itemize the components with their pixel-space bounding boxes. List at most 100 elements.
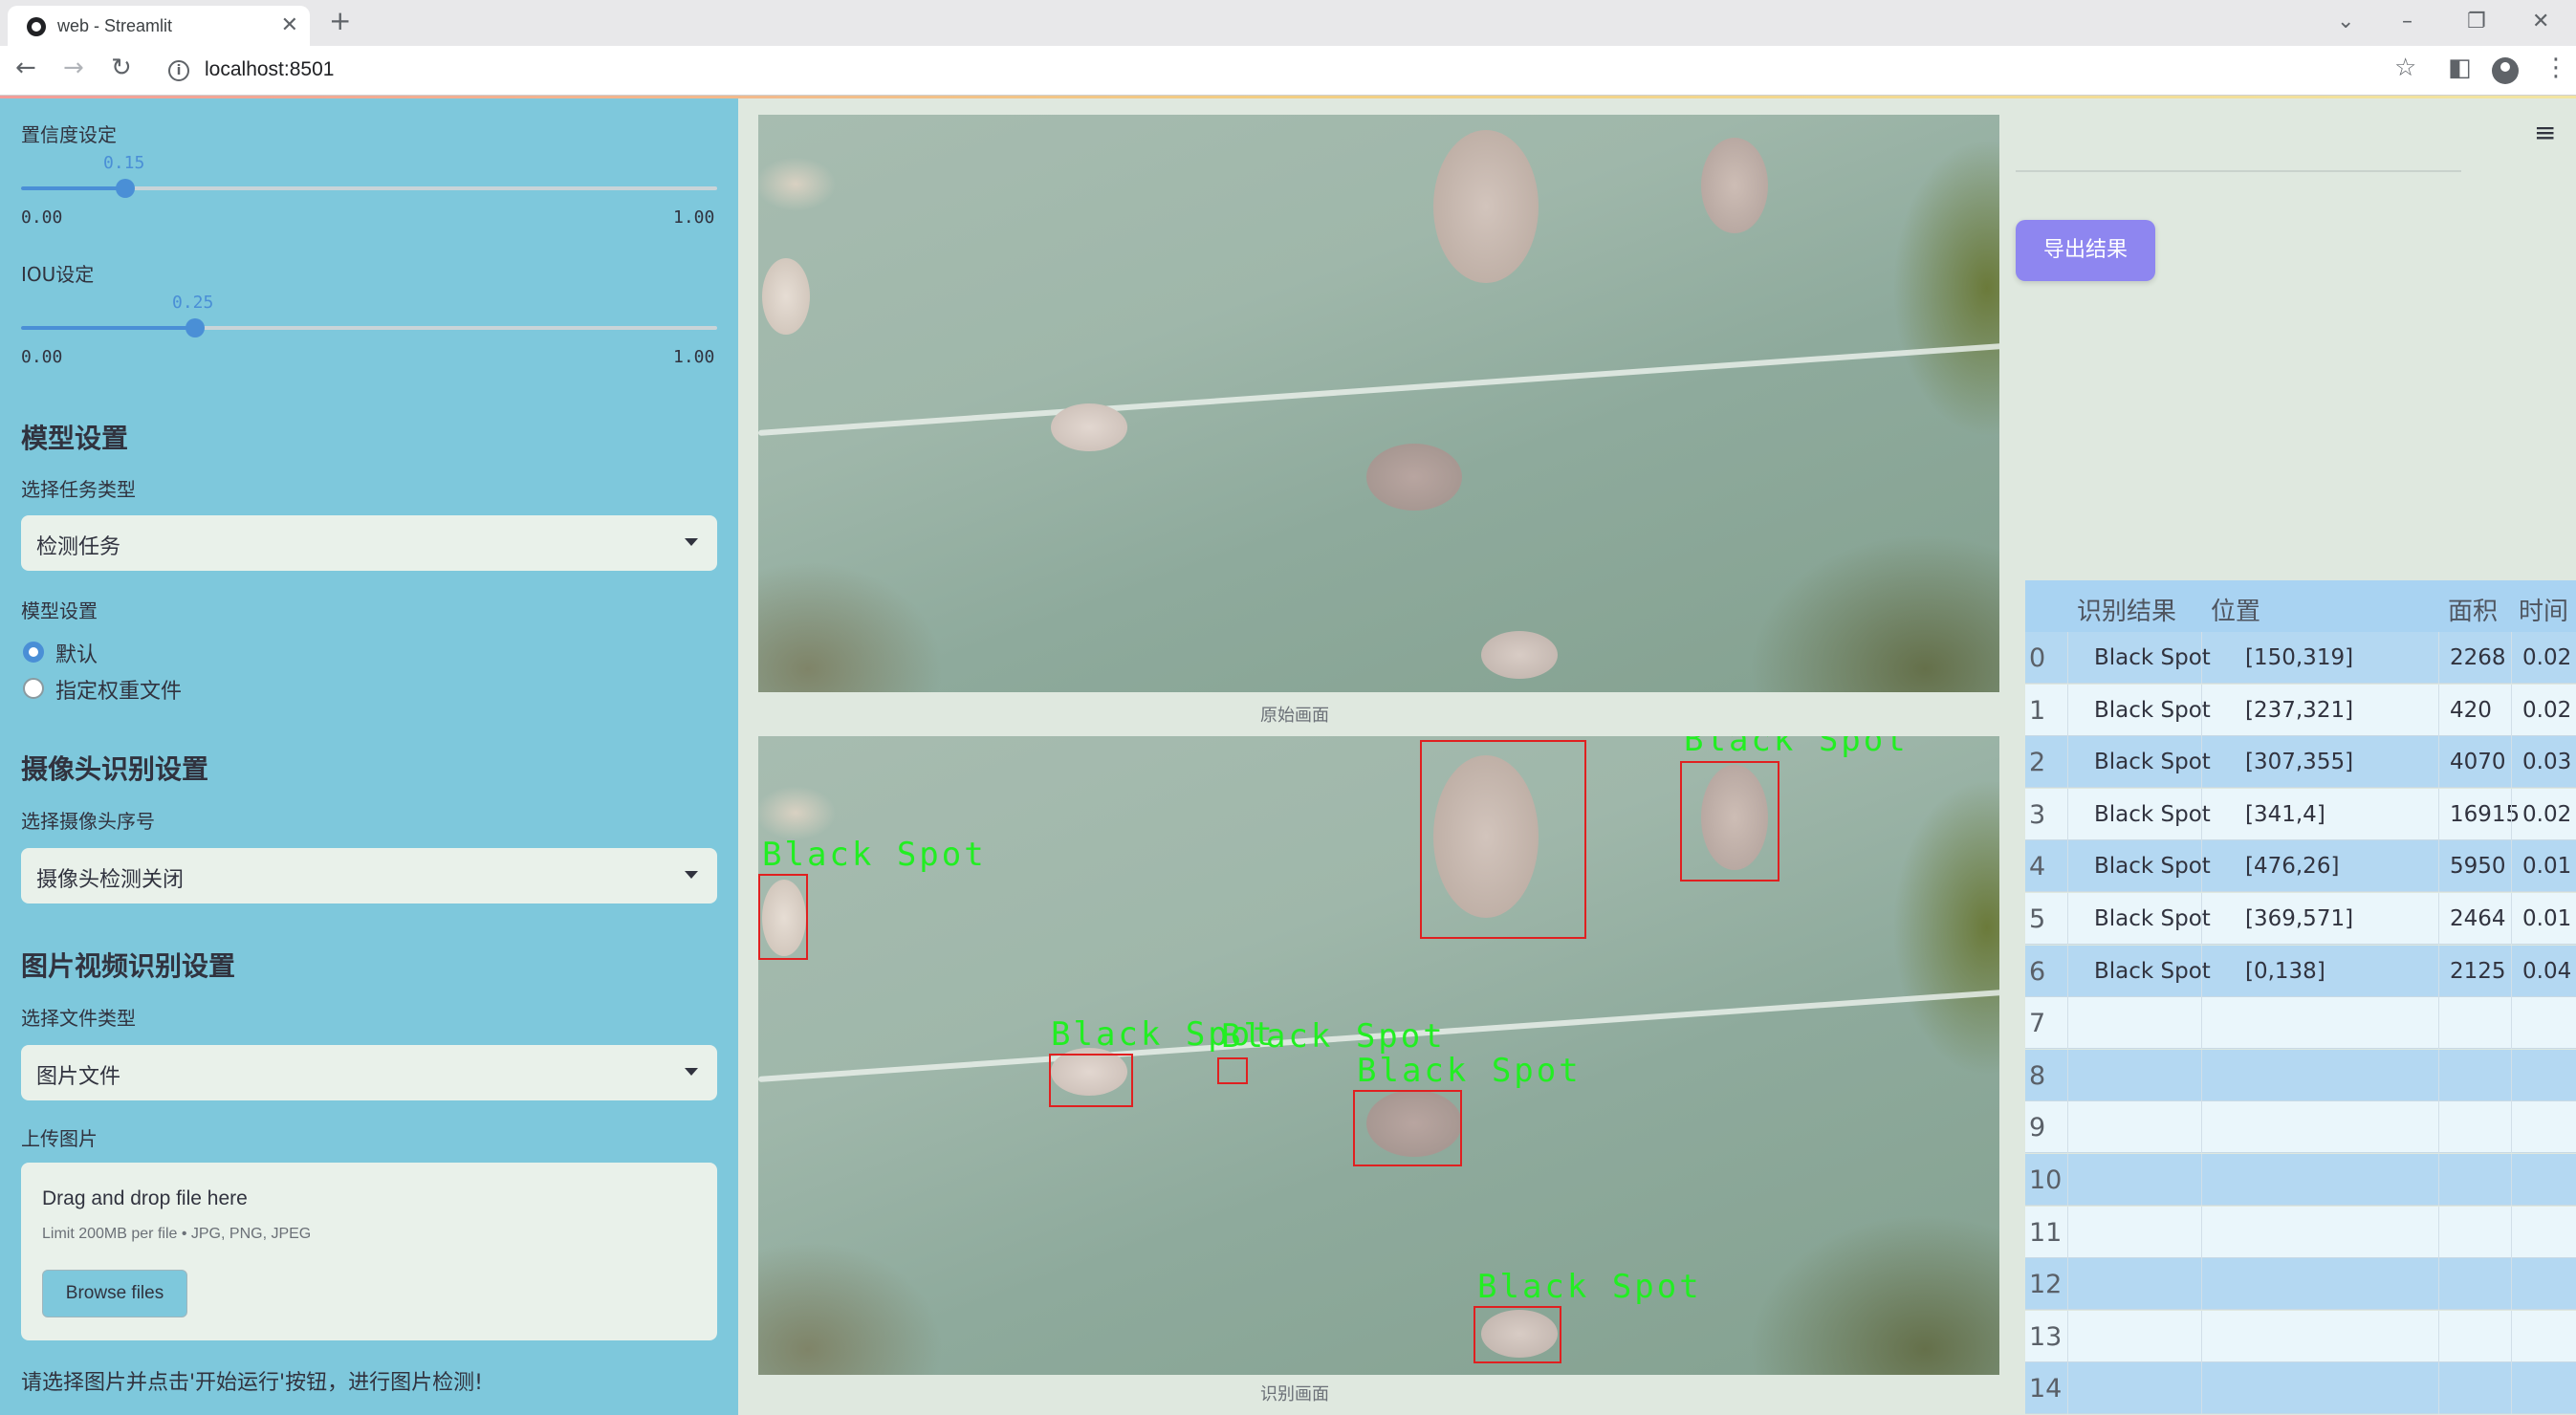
table-row[interactable]: 4 Black Spot [476,26] 5950 0.01 [2025, 840, 2576, 893]
results-table[interactable]: 识别结果 位置 面积 时间 0 Black Spot [150,319] 2268 0.… [2025, 580, 2576, 1415]
radio-custom-weights-label[interactable]: 指定权重文件 [55, 674, 182, 705]
confidence-slider[interactable] [21, 179, 717, 198]
column-separator [2438, 1101, 2439, 1154]
restore-icon[interactable]: ❐ [2467, 10, 2486, 33]
column-separator [2438, 1049, 2439, 1101]
browse-files-button[interactable]: Browse files [42, 1270, 187, 1317]
column-separator [2511, 736, 2512, 789]
original-image [758, 115, 1999, 692]
cell-position: [307,355] [2245, 750, 2354, 775]
column-separator [2201, 997, 2202, 1050]
column-separator [2438, 840, 2439, 893]
file-uploader-dropzone[interactable]: Drag and drop file here Limit 200MB per … [21, 1163, 717, 1340]
column-separator [2067, 945, 2068, 997]
row-index: 12 [2029, 1270, 2063, 1300]
column-separator [2511, 997, 2512, 1050]
bookmark-star-icon[interactable]: ☆ [2394, 55, 2416, 80]
browser-tab[interactable]: web - Streamlit ✕ [8, 6, 310, 46]
side-panel-icon[interactable]: ◧ [2448, 55, 2472, 80]
task-type-select[interactable]: 检测任务 [21, 515, 717, 571]
column-separator [2067, 1362, 2068, 1415]
table-row[interactable]: 6 Black Spot [0,138] 2125 0.04 [2025, 945, 2576, 997]
column-separator [2201, 945, 2202, 997]
cell-area: 4070 [2450, 750, 2506, 775]
cell-result: Black Spot [2094, 958, 2211, 984]
iou-value: 0.25 [172, 293, 214, 313]
cell-area: 2464 [2450, 906, 2506, 931]
column-separator [2438, 684, 2439, 736]
profile-avatar-icon[interactable] [2492, 57, 2519, 84]
cell-time: 0.01 [2522, 854, 2572, 880]
file-type-value: 图片文件 [36, 1065, 121, 1089]
leaf-spot [762, 258, 810, 335]
leaf-spot [1701, 138, 1768, 233]
row-index: 8 [2029, 1060, 2046, 1091]
table-row[interactable]: 1 Black Spot [237,321] 420 0.02 [2025, 684, 2576, 736]
cell-result: Black Spot [2094, 801, 2211, 827]
header-result[interactable]: 识别结果 [2077, 592, 2176, 627]
tab-title: web - Streamlit [57, 16, 173, 35]
table-row[interactable]: 13 [2025, 1310, 2576, 1362]
back-icon[interactable]: ← [15, 55, 36, 80]
browser-menu-icon[interactable]: ⋮ [2543, 55, 2568, 80]
table-row[interactable]: 12 [2025, 1258, 2576, 1311]
table-row[interactable]: 14 [2025, 1362, 2576, 1415]
minimize-icon[interactable]: – [2402, 10, 2412, 33]
column-separator [2511, 1258, 2512, 1311]
confidence-slider-thumb[interactable] [116, 179, 136, 198]
detection-box [1680, 761, 1779, 882]
detection-label: Black Spot [762, 836, 987, 874]
close-window-icon[interactable]: ✕ [2532, 10, 2549, 33]
cell-time: 0.03 [2522, 750, 2572, 775]
table-row[interactable]: 9 [2025, 1101, 2576, 1154]
header-time[interactable]: 时间 [2519, 592, 2568, 627]
iou-slider[interactable] [21, 318, 717, 337]
column-separator [2201, 1101, 2202, 1154]
row-index: 11 [2029, 1217, 2063, 1248]
camera-index-select[interactable]: 摄像头检测关闭 [21, 848, 717, 903]
detection-label: Black Spot [1684, 736, 1909, 759]
table-row[interactable]: 3 Black Spot [341,4] 16915 0.02 [2025, 788, 2576, 840]
file-type-select[interactable]: 图片文件 [21, 1045, 717, 1100]
table-row[interactable]: 8 [2025, 1049, 2576, 1101]
camera-index-value: 摄像头检测关闭 [36, 868, 185, 892]
close-tab-icon[interactable]: ✕ [281, 13, 298, 37]
column-separator [2067, 788, 2068, 840]
site-info-icon[interactable]: i [168, 60, 189, 81]
tab-search-icon[interactable]: ⌄ [2337, 10, 2354, 33]
table-row[interactable]: 5 Black Spot [369,571] 2464 0.01 [2025, 893, 2576, 945]
file-type-label: 选择文件类型 [21, 1007, 136, 1030]
row-index: 14 [2029, 1374, 2063, 1404]
row-index: 7 [2029, 1009, 2046, 1039]
table-row[interactable]: 10 [2025, 1154, 2576, 1206]
cell-time: 0.02 [2522, 645, 2572, 670]
radio-custom-weights[interactable] [23, 678, 44, 699]
export-results-button[interactable]: 导出结果 [2016, 220, 2155, 281]
column-separator [2067, 997, 2068, 1050]
hamburger-menu-icon[interactable]: ≡ [2534, 117, 2556, 148]
reload-icon[interactable]: ↻ [111, 55, 132, 80]
confidence-label: 置信度设定 [21, 123, 117, 146]
detection-label: Black Spot [1357, 1052, 1582, 1090]
table-row[interactable]: 7 [2025, 997, 2576, 1050]
cell-position: [150,319] [2245, 645, 2354, 670]
table-row[interactable]: 11 [2025, 1206, 2576, 1258]
table-row[interactable]: 0 Black Spot [150,319] 2268 0.02 [2025, 632, 2576, 684]
leaf-spot [1481, 631, 1558, 679]
row-index: 4 [2029, 852, 2046, 882]
table-row[interactable]: 2 Black Spot [307,355] 4070 0.03 [2025, 736, 2576, 789]
header-position[interactable]: 位置 [2211, 592, 2260, 627]
radio-default[interactable] [23, 642, 44, 663]
header-area[interactable]: 面积 [2448, 592, 2498, 627]
iou-max: 1.00 [673, 347, 715, 367]
column-separator [2201, 893, 2202, 945]
row-index: 2 [2029, 748, 2046, 778]
cell-position: [0,138] [2245, 958, 2325, 984]
new-tab-icon[interactable]: + [329, 8, 351, 34]
forward-icon[interactable]: → [63, 55, 84, 80]
radio-default-label[interactable]: 默认 [55, 638, 98, 668]
table-header: 识别结果 位置 面积 时间 [2025, 580, 2576, 632]
url-field[interactable]: localhost:8501 [205, 58, 334, 81]
cell-time: 0.02 [2522, 697, 2572, 723]
iou-slider-thumb[interactable] [186, 318, 205, 337]
